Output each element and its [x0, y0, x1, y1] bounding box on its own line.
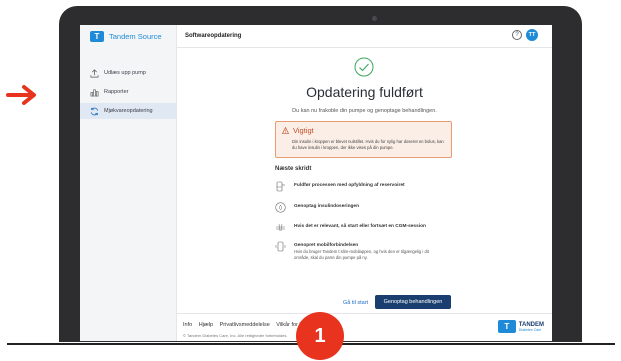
list-item: Fuldfør processen med opfyldning af rese…: [275, 181, 405, 192]
brand[interactable]: T Tandem Source: [80, 25, 176, 47]
list-item: Hvis det er relevant, så start eller for…: [275, 222, 426, 233]
list-item: Genopret mobilforbindelsen Hvis du bruge…: [275, 241, 444, 261]
cartridge-icon: [276, 181, 285, 192]
step-description: Hvis du bruger Tandem t:slim-mobilappen,…: [294, 249, 429, 260]
bar-chart-icon: [90, 88, 99, 96]
footer-logo: T TANDEM Diabetes Care: [497, 320, 544, 333]
warning-text: Din insulin i kroppen er blevet nulstill…: [292, 139, 444, 150]
arrow-right-icon: [6, 85, 36, 105]
tandem-logo-icon: T: [90, 30, 104, 42]
warning-box: Vigtigt Din insulin i kroppen er blevet …: [275, 121, 452, 158]
footer: Info Hjælp Privatlivsmeddelelse Vilkår f…: [177, 313, 552, 341]
main-content: Opdatering fuldført Du kan nu frakoble d…: [177, 48, 552, 341]
avatar[interactable]: TT: [526, 29, 538, 41]
completion-title: Opdatering fuldført: [306, 84, 423, 100]
list-item: Genoptag insulindoseringen: [275, 202, 359, 213]
footer-link-help[interactable]: Hjælp: [199, 322, 213, 328]
footer-logo-title: TANDEM: [518, 321, 544, 328]
sidebar-item-label: Rapporter: [104, 89, 129, 95]
resume-treatment-button[interactable]: Genoptag behandlingen: [375, 295, 451, 309]
step-label: Hvis det er relevant, så start eller for…: [294, 224, 426, 229]
step-label: Fuldfør processen med opfyldning af rese…: [294, 183, 405, 188]
completion-subtitle: Du kan nu frakoble din pumpe og genoptag…: [292, 108, 437, 114]
sidebar-item-upload[interactable]: Udlæs upp pump: [80, 65, 176, 81]
sidebar-item-reports[interactable]: Rapporter: [80, 84, 176, 100]
step-label: Genoptag insulindoseringen: [294, 204, 360, 209]
warning-header: Vigtigt: [282, 126, 314, 135]
sidebar-item-label: Mjøkvareopdatering: [104, 108, 153, 114]
sidebar-item-software-update[interactable]: Mjøkvareopdatering: [80, 103, 176, 119]
warning-title: Vigtigt: [293, 126, 314, 135]
step-label: Genopret mobilforbindelsen: [294, 243, 359, 248]
copyright: © Tandem Diabetes Care, Inc. Alle rettig…: [183, 333, 288, 338]
help-icon[interactable]: ?: [512, 30, 522, 40]
cgm-sensor-icon: [276, 223, 285, 232]
phone-icon: [275, 241, 286, 252]
upload-icon: [90, 68, 99, 77]
footer-logo-subtitle: Diabetes Care: [518, 327, 542, 332]
camera-icon: [372, 16, 377, 21]
next-steps-title: Næste skridt: [275, 166, 312, 172]
tandem-logo-icon: T: [497, 320, 516, 333]
sync-icon: [90, 107, 99, 115]
go-to-start-link[interactable]: Gå til start: [343, 300, 368, 306]
insulin-drop-icon: [275, 202, 286, 213]
footer-links: Info Hjælp Privatlivsmeddelelse Vilkår f…: [183, 322, 315, 328]
sidebar-nav: Udlæs upp pump Rapporter Mjøkvareopdater…: [80, 65, 176, 119]
footer-link-info[interactable]: Info: [183, 322, 192, 328]
warning-icon: [282, 127, 289, 134]
app-screen: T Tandem Source Udlæs upp pump Rapporter…: [80, 25, 552, 341]
page-title: Softwareopdatering: [185, 33, 242, 39]
sidebar-item-label: Udlæs upp pump: [104, 70, 146, 76]
brand-name: Tandem Source: [109, 31, 162, 41]
check-circle-icon: [354, 57, 374, 77]
top-bar: Softwareopdatering ? TT: [177, 25, 552, 48]
step-number-badge: 1: [296, 312, 344, 360]
footer-link-privacy[interactable]: Privatlivsmeddelelse: [220, 322, 270, 328]
sidebar: T Tandem Source Udlæs upp pump Rapporter…: [80, 25, 177, 341]
